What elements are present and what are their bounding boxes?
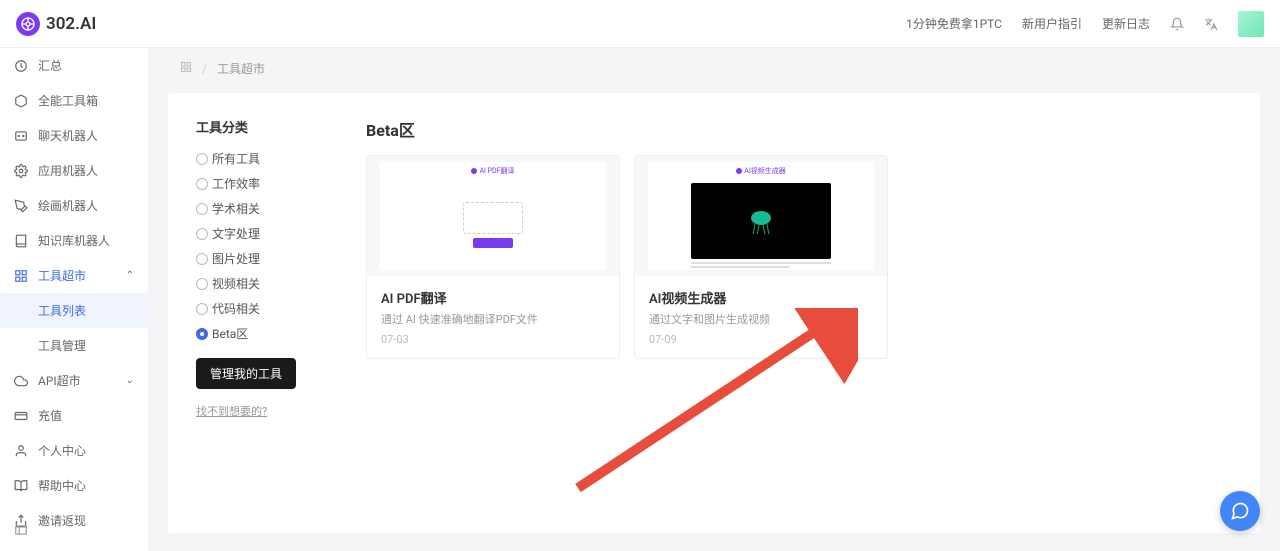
sidebar-collapse-button[interactable] <box>14 523 28 541</box>
tool-date: 07-09 <box>649 333 873 346</box>
sidebar-subitem-toollist[interactable]: 工具列表 <box>0 293 148 328</box>
sidebar-item-label: 工具超市 <box>38 267 86 284</box>
radio-all[interactable]: 所有工具 <box>196 150 326 167</box>
tool-card-pdf[interactable]: AI PDF翻译 AI PDF翻译 <box>366 155 620 359</box>
tool-grid: AI PDF翻译 AI PDF翻译 <box>366 155 1232 359</box>
header-link-changelog[interactable]: 更新日志 <box>1102 15 1150 32</box>
sidebar-item-toolbox[interactable]: 全能工具箱 <box>0 83 148 118</box>
cloud-icon <box>14 374 28 388</box>
chevron-up-icon: ⌃ <box>126 270 134 281</box>
app-icon <box>14 164 28 178</box>
tool-date: 07-03 <box>381 333 605 346</box>
chevron-down-icon: ⌄ <box>126 375 134 386</box>
sidebar-item-help[interactable]: 帮助中心 <box>0 468 148 503</box>
tool-info: AI PDF翻译 通过 AI 快速准确地翻译PDF文件 07-03 <box>367 276 619 358</box>
tool-desc: 通过文字和图片生成视频 <box>649 311 873 327</box>
sidebar-item-label: 绘画机器人 <box>38 197 98 214</box>
sidebar-item-appbot[interactable]: 应用机器人 <box>0 153 148 188</box>
sidebar-item-label: API超市 <box>38 372 81 389</box>
tool-info: AI视频生成器 通过文字和图片生成视频 07-09 <box>635 276 887 358</box>
sidebar-item-profile[interactable]: 个人中心 <box>0 433 148 468</box>
header-link-ptc[interactable]: 1分钟免费拿1PTC <box>906 15 1002 32</box>
sidebar-item-apimarket[interactable]: API超市 ⌄ <box>0 363 148 398</box>
manage-tools-button[interactable]: 管理我的工具 <box>196 358 296 389</box>
radio-efficiency[interactable]: 工作效率 <box>196 175 326 192</box>
translate-icon[interactable] <box>1204 17 1218 31</box>
sidebar-item-paintbot[interactable]: 绘画机器人 <box>0 188 148 223</box>
sidebar-item-label: 邀请返现 <box>38 512 86 529</box>
dashboard-icon <box>14 59 28 73</box>
sidebar-item-toolmarket[interactable]: 工具超市 ⌃ <box>0 258 148 293</box>
wallet-icon <box>14 409 28 423</box>
header-right: 1分钟免费拿1PTC 新用户指引 更新日志 <box>906 11 1264 37</box>
radio-text[interactable]: 文字处理 <box>196 225 326 242</box>
radio-beta[interactable]: Beta区 <box>196 325 326 342</box>
chat-bubble-button[interactable] <box>1220 491 1260 531</box>
sidebar-item-label: 聊天机器人 <box>38 127 98 144</box>
home-icon[interactable] <box>180 61 192 76</box>
sidebar-item-label: 应用机器人 <box>38 162 98 179</box>
sidebar-item-recharge[interactable]: 充值 <box>0 398 148 433</box>
sidebar-subitem-label: 工具管理 <box>38 339 86 353</box>
not-found-link[interactable]: 找不到想要的? <box>196 403 267 419</box>
radio-image[interactable]: 图片处理 <box>196 250 326 267</box>
tool-card-video[interactable]: AI视频生成器 AI视频生成器 通过文 <box>634 155 888 359</box>
book-icon <box>14 234 28 248</box>
tool-desc: 通过 AI 快速准确地翻译PDF文件 <box>381 311 605 327</box>
sidebar-item-label: 知识库机器人 <box>38 232 110 249</box>
user-icon <box>14 444 28 458</box>
sidebar: 汇总 全能工具箱 聊天机器人 应用机器人 绘画机器人 知识库机器人 工具超市 ⌃ <box>0 48 148 551</box>
breadcrumb: / 工具超市 <box>168 60 1260 77</box>
category-title: 工具分类 <box>196 117 326 136</box>
paint-icon <box>14 199 28 213</box>
sidebar-item-label: 全能工具箱 <box>38 92 98 109</box>
chat-icon <box>14 129 28 143</box>
sidebar-item-label: 个人中心 <box>38 442 86 459</box>
top-header: 302.AI 1分钟免费拿1PTC 新用户指引 更新日志 <box>0 0 1280 48</box>
bell-icon[interactable] <box>1170 17 1184 31</box>
help-icon <box>14 479 28 493</box>
tool-preview: AI PDF翻译 <box>367 156 619 276</box>
sidebar-item-dashboard[interactable]: 汇总 <box>0 48 148 83</box>
radio-code[interactable]: 代码相关 <box>196 300 326 317</box>
sidebar-item-label: 汇总 <box>38 57 62 74</box>
sidebar-subitem-toolmanage[interactable]: 工具管理 <box>0 328 148 363</box>
radio-academic[interactable]: 学术相关 <box>196 200 326 217</box>
grid-icon <box>14 269 28 283</box>
tool-name: AI视频生成器 <box>649 288 873 307</box>
category-panel: 工具分类 所有工具 工作效率 学术相关 文字处理 图片处理 视频相关 代码相关 … <box>196 117 326 509</box>
sidebar-item-label: 充值 <box>38 407 62 424</box>
logo-icon <box>16 12 40 36</box>
sidebar-item-label: 帮助中心 <box>38 477 86 494</box>
tool-name: AI PDF翻译 <box>381 288 605 307</box>
header-link-guide[interactable]: 新用户指引 <box>1022 15 1082 32</box>
tool-preview: AI视频生成器 <box>635 156 887 276</box>
logo-text: 302.AI <box>46 14 96 34</box>
tools-area: Beta区 AI PDF翻译 <box>366 117 1232 509</box>
breadcrumb-current: 工具超市 <box>217 60 265 77</box>
sidebar-item-knowledgebot[interactable]: 知识库机器人 <box>0 223 148 258</box>
cube-icon <box>14 94 28 108</box>
sidebar-subitem-label: 工具列表 <box>38 304 86 318</box>
content-area: / 工具超市 工具分类 所有工具 工作效率 学术相关 文字处理 图片处理 视频相… <box>148 48 1280 551</box>
radio-video[interactable]: 视频相关 <box>196 275 326 292</box>
logo[interactable]: 302.AI <box>16 12 96 36</box>
avatar[interactable] <box>1238 11 1264 37</box>
breadcrumb-separator: / <box>202 62 207 76</box>
radio-group: 所有工具 工作效率 学术相关 文字处理 图片处理 视频相关 代码相关 Beta区 <box>196 150 326 342</box>
sidebar-item-chatbot[interactable]: 聊天机器人 <box>0 118 148 153</box>
main-panel: 工具分类 所有工具 工作效率 学术相关 文字处理 图片处理 视频相关 代码相关 … <box>168 93 1260 533</box>
section-title: Beta区 <box>366 117 1232 141</box>
